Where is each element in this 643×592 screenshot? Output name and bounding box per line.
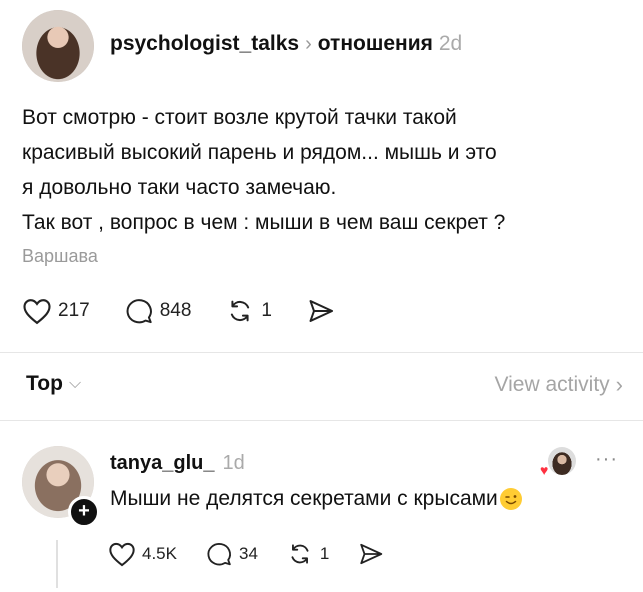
reply-body: Мыши не делятся секретами с крысами: [110, 484, 522, 514]
reply-like-button[interactable]: 4.5K: [108, 541, 177, 567]
like-button[interactable]: 217: [22, 297, 90, 325]
chevron-right-icon: ›: [305, 32, 312, 55]
post-header: psychologist_talks › отношения 2d: [110, 32, 462, 56]
view-activity-link[interactable]: View activity ›: [495, 372, 623, 398]
repost-icon: [225, 297, 255, 325]
comment-icon: [124, 297, 154, 325]
chevron-right-icon: ›: [615, 372, 623, 397]
follow-plus-icon[interactable]: +: [68, 496, 100, 528]
reply-header: tanya_glu_ 1d: [110, 452, 245, 475]
author-username[interactable]: psychologist_talks: [110, 32, 299, 56]
share-icon: [357, 541, 385, 567]
share-icon: [306, 297, 336, 325]
liker-avatar: [548, 447, 576, 475]
reply-age: 1d: [222, 452, 245, 474]
reply-text: Мыши не делятся секретами с крысами: [110, 487, 498, 510]
post-line: я довольно таки часто замечаю.: [22, 176, 337, 199]
post-line: Вот смотрю - стоит возле крутой тачки та…: [22, 106, 457, 129]
reply-comment-button[interactable]: 34: [205, 541, 258, 567]
section-divider: [0, 420, 643, 421]
sort-label: Top: [26, 372, 63, 395]
reply-like-count: 4.5K: [142, 544, 177, 563]
reply-share-button[interactable]: [357, 541, 385, 567]
wink-emoji-icon: [499, 488, 522, 510]
reply-username[interactable]: tanya_glu_: [110, 452, 214, 475]
post-line: Так вот , вопрос в чем : мыши в чем ваш …: [22, 211, 506, 234]
post-actions: 217 848 1: [22, 297, 336, 325]
post-line: красивый высокий парень и рядом... мышь …: [22, 141, 497, 164]
view-activity-label: View activity: [494, 373, 610, 396]
more-icon[interactable]: ···: [595, 448, 618, 471]
share-button[interactable]: [306, 297, 336, 325]
post-age: 2d: [438, 32, 463, 55]
repost-button[interactable]: 1: [225, 297, 272, 325]
chevron-down-icon: ⌵: [68, 375, 82, 392]
reply-repost-count: 1: [319, 544, 330, 563]
reply-actions: 4.5K 34 1: [108, 541, 385, 567]
section-divider: [0, 352, 643, 353]
repost-icon: [286, 541, 314, 567]
heart-icon: [22, 297, 52, 325]
like-count: 217: [58, 300, 90, 321]
repost-count: 1: [261, 300, 272, 321]
comment-count: 848: [159, 300, 192, 321]
topic-tag[interactable]: отношения: [318, 32, 433, 56]
comment-button[interactable]: 848: [124, 297, 192, 325]
reply-comment-count: 34: [238, 544, 258, 563]
post-body: Вот смотрю - стоит возле крутой тачки та…: [22, 100, 622, 240]
heart-icon: [108, 541, 136, 567]
thread-line: [56, 540, 58, 588]
post-location[interactable]: Варшава: [22, 246, 98, 267]
reply-repost-button[interactable]: 1: [286, 541, 329, 567]
comment-icon: [205, 541, 233, 567]
sort-dropdown[interactable]: Top ⌵: [26, 372, 81, 396]
heart-icon: ♥: [540, 462, 549, 478]
author-avatar[interactable]: [22, 10, 94, 82]
